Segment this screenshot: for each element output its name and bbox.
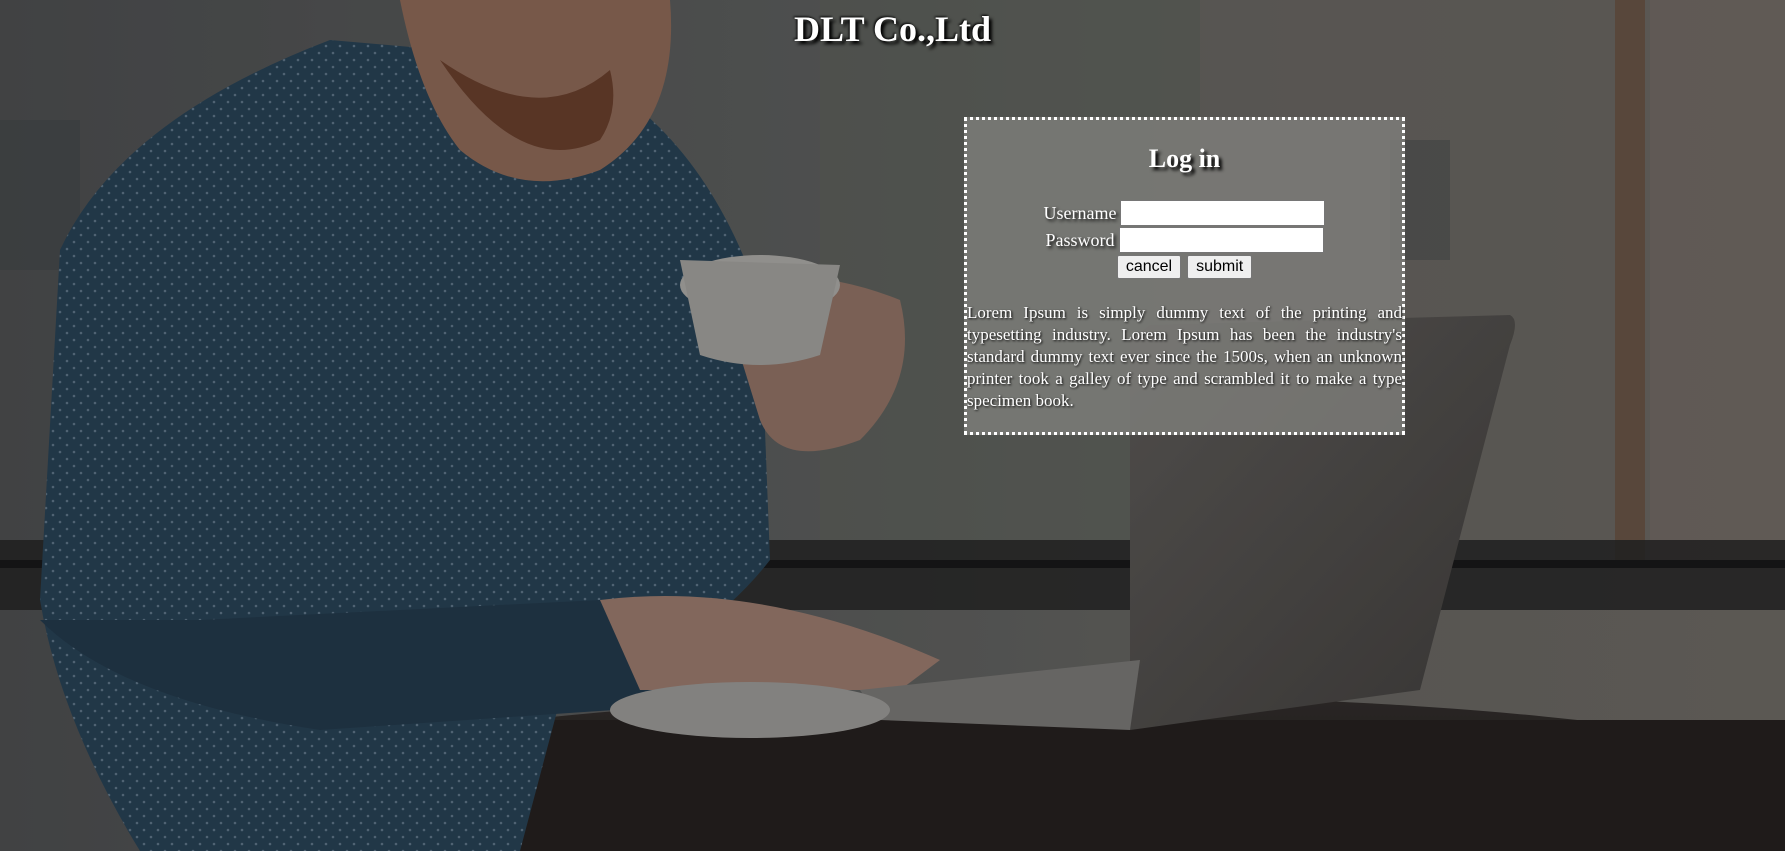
cancel-button[interactable]: cancel <box>1116 255 1182 279</box>
login-heading: Log in <box>1148 144 1221 173</box>
password-label: Password <box>1045 229 1115 250</box>
login-description: Lorem Ipsum is simply dummy text of the … <box>967 303 1402 410</box>
username-row: Username <box>967 200 1402 226</box>
background-photo <box>0 0 1785 851</box>
site-title: DLT Co.,Ltd <box>793 9 992 49</box>
button-row: cancel submit <box>967 255 1402 279</box>
password-row: Password <box>967 227 1402 253</box>
username-input[interactable] <box>1120 200 1326 226</box>
login-panel: Log in Username Password cancel submit L… <box>964 117 1405 435</box>
username-label: Username <box>1043 202 1117 223</box>
password-input[interactable] <box>1118 227 1324 253</box>
submit-button[interactable]: submit <box>1187 255 1253 279</box>
